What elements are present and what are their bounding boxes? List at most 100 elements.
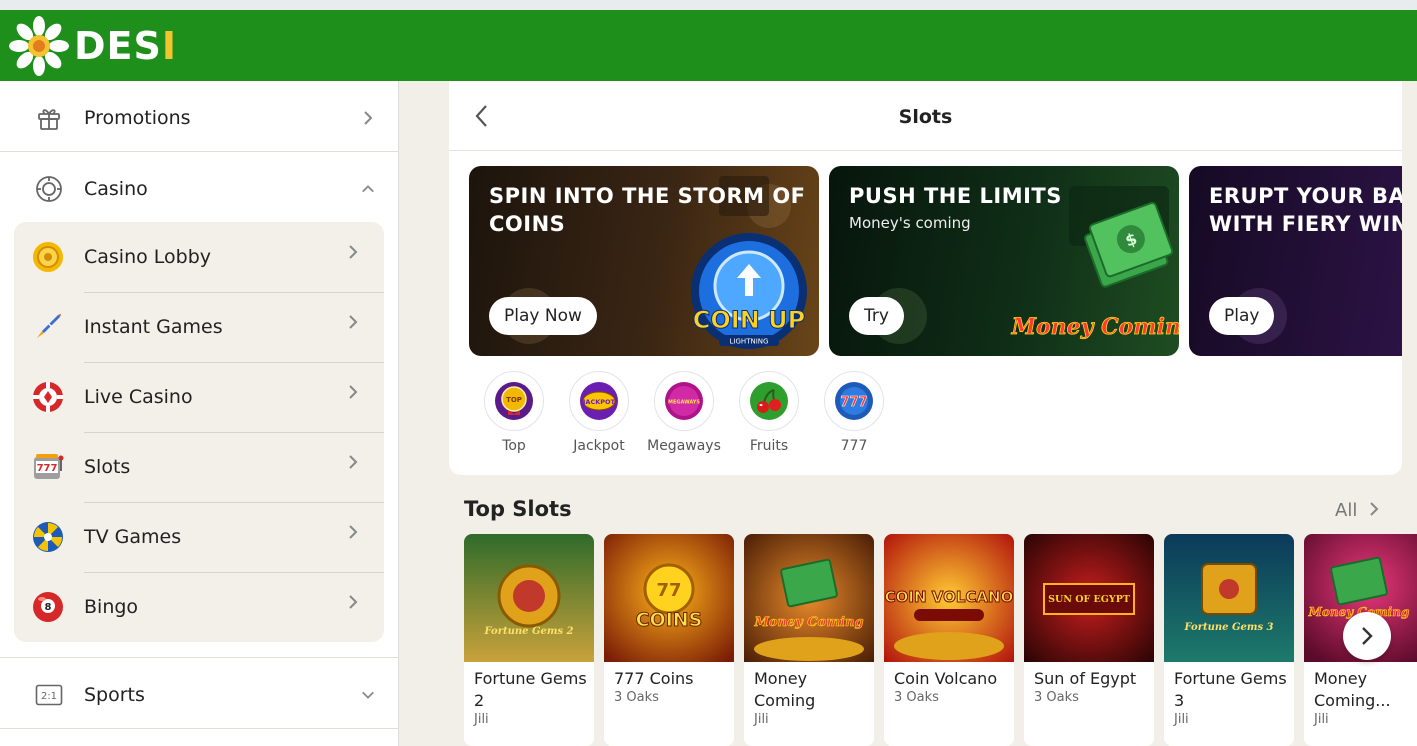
logo-wordmark: DESI <box>74 24 178 68</box>
svg-text:77: 77 <box>656 580 681 601</box>
banner-title: PUSH THE LIMITS <box>849 184 1062 208</box>
top-badge-icon: TOP <box>495 382 533 420</box>
svg-text:Fortune Gems 2: Fortune Gems 2 <box>483 626 573 637</box>
sidebar-item-casino-lobby[interactable]: Casino Lobby <box>14 222 384 292</box>
svg-text:LIGHTNING: LIGHTNING <box>730 338 769 346</box>
game-thumbnail: Fortune Gems 2 <box>464 534 594 662</box>
chevron-right-icon <box>348 454 358 475</box>
game-provider: 3 Oaks <box>614 690 659 705</box>
game-title: Money Coming... <box>1314 669 1391 710</box>
chevron-right-icon <box>361 111 375 125</box>
chip-icon <box>34 174 64 204</box>
banner-title: SPIN INTO THE STORM OF COINS <box>489 184 806 236</box>
game-card[interactable]: Fortune Gems 2 Fortune Gems 2 Jili <box>464 534 594 746</box>
sidebar-divider <box>0 728 399 729</box>
cherries-icon <box>750 382 788 420</box>
sidebar-item-label: Casino Lobby <box>84 246 212 268</box>
game-card[interactable]: COIN VOLCANO Coin Volcano 3 Oaks <box>884 534 1014 746</box>
svg-text:COIN UP: COIN UP <box>693 306 805 334</box>
sidebar-item-tv-games[interactable]: TV Games <box>14 502 384 572</box>
chevron-down-icon <box>361 688 375 702</box>
top-slots-carousel: Fortune Gems 2 Fortune Gems 2 Jili 77 CO… <box>464 534 1417 746</box>
promo-banner[interactable]: $ Money Coming PUSH THE LIMITS Money's c… <box>829 166 1179 356</box>
jackpot-badge-icon: JACKPOT <box>580 382 618 420</box>
sidebar-nav: Promotions Casino Casino Lobby Instant G… <box>0 81 399 746</box>
casino-submenu: Casino Lobby Instant Games Live Casino 7… <box>14 222 384 642</box>
site-logo[interactable]: DESI <box>8 14 177 78</box>
game-title: Sun of Egypt <box>1034 669 1137 688</box>
chevron-right-icon <box>348 594 358 615</box>
carousel-next-button[interactable] <box>1343 612 1391 660</box>
poker-chip-icon <box>33 382 63 412</box>
promo-banner[interactable]: COIN UP LIGHTNING SPIN INTO THE STORM OF… <box>469 166 819 356</box>
game-card[interactable]: Fortune Gems 3 Fortune Gems 3 Jili <box>1164 534 1294 746</box>
category-icon-circle: TOP <box>484 371 544 431</box>
section-title: Top Slots <box>464 497 572 521</box>
category-fruits[interactable]: Fruits <box>734 371 804 461</box>
category-icon-circle: MEGAWAYS <box>654 371 714 431</box>
gift-icon <box>34 103 64 133</box>
game-card[interactable]: SUN OF EGYPT Sun of Egypt 3 Oaks <box>1024 534 1154 746</box>
category-icon-circle <box>739 371 799 431</box>
try-button[interactable]: Try <box>849 297 904 335</box>
slot-machine-icon: 777 <box>34 454 64 479</box>
svg-text:777: 777 <box>37 463 58 474</box>
sidebar-item-slots[interactable]: 777 Slots <box>14 432 384 502</box>
sidebar-item-label: Live Casino <box>84 386 193 408</box>
chevron-up-icon <box>361 182 375 196</box>
game-provider: 3 Oaks <box>1034 690 1079 705</box>
svg-text:COIN VOLCANO: COIN VOLCANO <box>885 588 1014 606</box>
game-title: Fortune Gems 3 <box>1174 669 1287 710</box>
all-link[interactable]: All <box>1335 500 1379 521</box>
sidebar-item-sports[interactable]: 2:1 Sports <box>0 660 399 730</box>
game-provider: Jili <box>474 712 489 727</box>
category-label: 777 <box>840 438 868 454</box>
svg-text:Money Coming: Money Coming <box>753 615 863 630</box>
category-777[interactable]: 777 777 <box>819 371 889 461</box>
category-jackpot[interactable]: JACKPOT Jackpot <box>564 371 634 461</box>
sidebar-item-instant-games[interactable]: Instant Games <box>14 292 384 362</box>
play-now-button[interactable]: Play Now <box>489 297 597 335</box>
game-thumbnail: SUN OF EGYPT <box>1024 534 1154 662</box>
sidebar-item-live-casino[interactable]: Live Casino <box>14 362 384 432</box>
sidebar-item-bingo[interactable]: 8 Bingo <box>14 572 384 642</box>
game-card[interactable]: Money Coming Money Coming Jili <box>744 534 874 746</box>
chevron-right-icon <box>1362 627 1373 645</box>
sidebar-item-label: Instant Games <box>84 316 223 338</box>
sidebar-item-label: Promotions <box>84 107 191 129</box>
chevron-right-icon <box>348 314 358 335</box>
chevron-right-icon <box>348 244 358 265</box>
banner-title: ERUPT YOUR BAL WITH FIERY WINS <box>1209 184 1402 236</box>
svg-text:8: 8 <box>45 602 52 613</box>
game-provider: Jili <box>754 712 769 727</box>
game-title: Fortune Gems 2 <box>474 669 587 710</box>
sidebar-item-label: Sports <box>84 684 145 706</box>
sidebar-item-casino[interactable]: Casino <box>0 154 399 224</box>
category-megaways[interactable]: MEGAWAYS Megaways <box>647 371 721 461</box>
play-button[interactable]: Play <box>1209 297 1275 335</box>
chevron-right-icon <box>348 384 358 405</box>
slots-panel: Slots COIN UP LIGHTNING SPIN INTO THE ST… <box>449 81 1402 475</box>
page-title: Slots <box>898 106 953 128</box>
game-thumbnail: 77 COINS <box>604 534 734 662</box>
svg-text:JACKPOT: JACKPOT <box>582 398 616 406</box>
svg-text:TOP: TOP <box>506 396 522 404</box>
panel-header: Slots <box>449 81 1402 151</box>
game-card[interactable]: 77 COINS 777 Coins 3 Oaks <box>604 534 734 746</box>
game-title: Money Coming <box>754 669 816 710</box>
banner-subtitle: Money's coming <box>849 214 971 232</box>
promo-banner-carousel: COIN UP LIGHTNING SPIN INTO THE STORM OF… <box>469 166 1402 356</box>
chevron-right-icon <box>1370 502 1379 516</box>
svg-text:2:1: 2:1 <box>41 691 57 702</box>
site-header: DESI <box>0 10 1417 81</box>
svg-text:MEGAWAYS: MEGAWAYS <box>668 400 700 406</box>
promo-banner[interactable]: ERUPT YOUR BAL WITH FIERY WINS Play <box>1189 166 1402 356</box>
svg-text:777: 777 <box>840 395 867 410</box>
category-icon-circle: JACKPOT <box>569 371 629 431</box>
game-provider: Jili <box>1174 712 1189 727</box>
sidebar-item-label: TV Games <box>84 526 182 548</box>
category-top[interactable]: TOP Top <box>479 371 549 461</box>
bingo-ball-icon: 8 <box>33 592 63 622</box>
sidebar-item-promotions[interactable]: Promotions <box>0 83 399 153</box>
chevron-right-icon <box>348 524 358 545</box>
